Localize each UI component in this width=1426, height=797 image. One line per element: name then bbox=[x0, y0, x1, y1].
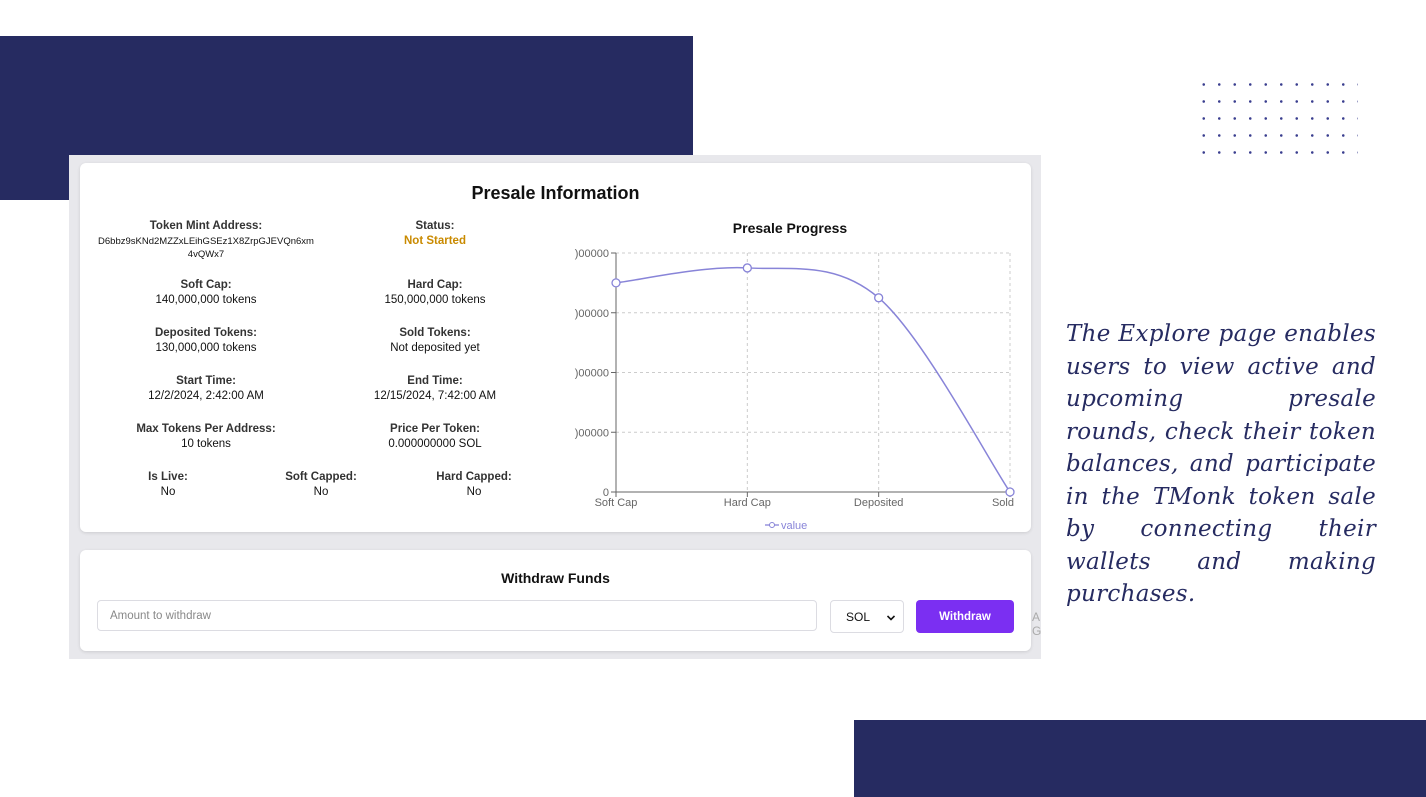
data-point bbox=[742, 263, 752, 273]
presale-progress-chart: 0)00000)00000)00000)00000Soft Cap Hard Ca… bbox=[575, 248, 1015, 532]
explore-caption: The Explore page enables users to view a… bbox=[1066, 321, 1376, 607]
data-point bbox=[1005, 487, 1015, 497]
currency-select[interactable]: SOL bbox=[830, 600, 904, 633]
data-point bbox=[611, 278, 621, 288]
cutoff-text: A G bbox=[1032, 610, 1041, 638]
y-tick-label: )00000 bbox=[575, 368, 609, 380]
amount-input[interactable] bbox=[97, 600, 817, 631]
presale-info-card: Presale Information Token Mint Address: … bbox=[80, 163, 1031, 532]
y-tick-label: )00000 bbox=[575, 308, 609, 320]
withdraw-card: Withdraw Funds SOL Withdraw bbox=[80, 550, 1031, 651]
chevron-down-icon bbox=[886, 610, 896, 624]
data-point bbox=[874, 293, 884, 303]
x-tick-label: Hard Cap bbox=[724, 497, 771, 509]
x-tick-label: Soft Cap bbox=[595, 497, 638, 509]
y-tick-label: )00000 bbox=[575, 248, 609, 260]
x-tick-label: Deposited bbox=[854, 497, 904, 509]
x-tick-label: Sold bbox=[992, 497, 1014, 509]
withdraw-button[interactable]: Withdraw bbox=[916, 600, 1014, 633]
legend-marker bbox=[769, 522, 775, 528]
currency-value: SOL bbox=[846, 609, 871, 624]
app-screenshot: Presale Information Token Mint Address: … bbox=[69, 155, 1041, 659]
withdraw-title: Withdraw Funds bbox=[501, 570, 610, 586]
decorative-navy-block-bottom bbox=[854, 720, 1426, 797]
y-tick-label: )00000 bbox=[575, 427, 609, 439]
decorative-dot-grid bbox=[1196, 76, 1358, 166]
series-line bbox=[615, 266, 1011, 493]
legend-label: value bbox=[781, 520, 807, 532]
